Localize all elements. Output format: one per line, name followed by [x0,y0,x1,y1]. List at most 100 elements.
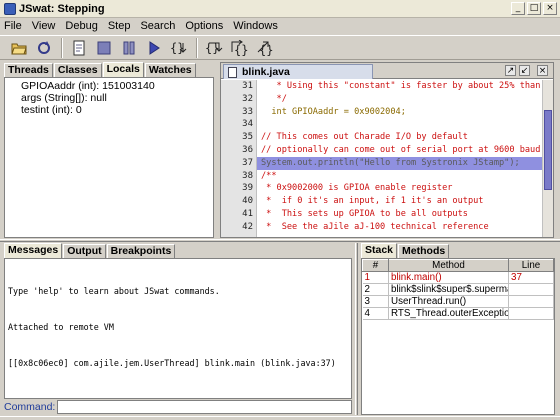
frame-method: RTS_Thread.outerException... [388,307,509,320]
step-return-icon: {} [257,41,273,56]
stop-icon [97,41,111,54]
open-button[interactable] [8,37,30,58]
line-number[interactable]: 41 [221,208,256,221]
source-scrollbar[interactable] [542,80,553,237]
frame-line [508,283,554,296]
menu-debug[interactable]: Debug [65,20,97,32]
command-input[interactable] [57,400,352,414]
tab-methods[interactable]: Methods [398,244,450,258]
list-item[interactable]: testint (int): 0 [21,104,213,116]
restore-icon[interactable]: ↙ [519,65,530,76]
frame-method: blink$slink$super$.superma... [388,283,509,296]
source-tab[interactable]: blink.java [223,64,373,79]
frame-method: blink.main() [388,271,509,284]
code-line: /** [261,170,277,181]
menu-view[interactable]: View [32,20,56,32]
tab-classes[interactable]: Classes [53,63,102,77]
table-row[interactable]: 3 UserThread.run() [362,295,554,308]
step-over-button[interactable]: {} [203,37,225,58]
messages-panel: Messages Output Breakpoints Type 'help' … [4,243,352,399]
message-line: [[0x8c06ec0] com.ajile.jem.UserThread] b… [8,358,336,368]
step-over-icon: {} [205,41,223,55]
refresh-icon [38,40,50,54]
tab-threads[interactable]: Threads [4,63,53,77]
refresh-button[interactable] [33,37,55,58]
code-line: // optionally can come out of serial por… [261,144,541,155]
tab-locals[interactable]: Locals [102,62,144,77]
message-line: Type 'help' to learn about JSwat command… [8,286,220,296]
column-header-method[interactable]: Method [388,259,509,272]
status-strip [0,416,560,420]
stack-table: # Method Line 1 blink.main() 37 2 blink$… [361,258,555,415]
pause-button[interactable] [118,37,140,58]
line-number[interactable]: 39 [221,182,256,195]
step-out-button[interactable]: {} [228,37,250,58]
tab-watches[interactable]: Watches [144,63,196,77]
step-into-button[interactable]: {} [168,37,190,58]
current-line: System.out.println("Hello from Systronix… [257,156,543,170]
step-out-icon: {} [231,39,248,56]
code-line: // This comes out Charade I/O by default [261,132,468,143]
table-row[interactable]: 1 blink.main() 37 [362,271,554,284]
step-return-button[interactable]: {} [253,37,275,58]
frame-method: UserThread.run() [388,295,509,308]
horizontal-splitter[interactable] [0,239,560,242]
line-number[interactable]: 33 [221,106,256,119]
resume-button[interactable] [143,37,165,58]
line-number[interactable]: 35 [221,131,256,144]
java-file-icon [228,66,237,78]
svg-text:{}: {} [234,43,248,56]
line-number[interactable]: 31 [221,80,256,93]
menu-options[interactable]: Options [185,20,223,32]
frame-number: 4 [362,307,389,320]
table-row[interactable]: 2 blink$slink$super$.superma... [362,283,554,296]
column-header-line[interactable]: Line [508,259,554,272]
tab-messages[interactable]: Messages [4,243,63,258]
table-row[interactable]: 4 RTS_Thread.outerException... [362,307,554,320]
code-line: * 0x9002000 is GPIOA enable register [261,183,453,194]
command-row: Command: [4,399,352,415]
minimize-button[interactable]: _ [511,2,525,15]
line-number[interactable]: 42 [221,221,256,234]
code-line: * if 0 it's an input, if 1 it's an outpu… [261,196,484,207]
code-line: */ [261,93,287,104]
tab-stack[interactable]: Stack [361,243,398,258]
code-line: * Using this "constant" is faster by abo… [261,81,543,91]
new-session-icon [73,40,85,55]
pause-icon [123,41,135,54]
close-icon[interactable]: × [537,65,548,76]
menu-search[interactable]: Search [140,20,175,32]
scrollbar-thumb[interactable] [544,110,552,190]
code-line: int GPIOAaddr = 0x9002004; [261,106,406,117]
menu-windows[interactable]: Windows [233,20,278,32]
stop-button[interactable] [93,37,115,58]
new-session-button[interactable] [68,37,90,58]
menu-step[interactable]: Step [108,20,131,32]
resume-icon [149,40,160,55]
open-folder-icon [11,43,27,54]
toolbar: {} {} {} {} [0,35,560,60]
tab-breakpoints[interactable]: Breakpoints [106,244,176,258]
vertical-splitter[interactable] [355,243,358,415]
frame-number: 2 [362,283,389,296]
frame-number: 1 [362,271,389,284]
line-number[interactable]: 34 [221,118,256,131]
frame-line [508,295,554,308]
line-number[interactable]: 37 [221,157,256,170]
list-item[interactable]: GPIOAaddr (int): 151003140 [21,80,213,92]
code-area[interactable]: * Using this "constant" is faster by abo… [257,80,543,237]
close-button[interactable]: × [543,2,557,15]
message-log: Type 'help' to learn about JSwat command… [4,258,352,399]
line-number[interactable]: 40 [221,195,256,208]
menu-file[interactable]: File [4,20,22,32]
variables-panel: Threads Classes Locals Watches GPIOAaddr… [4,62,214,238]
tab-output[interactable]: Output [63,244,106,258]
maximize-button[interactable]: □ [527,2,541,15]
list-item[interactable]: args (String[]): null [21,92,213,104]
line-number[interactable]: 38 [221,170,256,183]
column-header-number[interactable]: # [362,259,389,272]
line-number[interactable]: 36 [221,144,256,157]
detach-icon[interactable]: ↗ [505,65,516,76]
line-number[interactable]: 32 [221,93,256,106]
